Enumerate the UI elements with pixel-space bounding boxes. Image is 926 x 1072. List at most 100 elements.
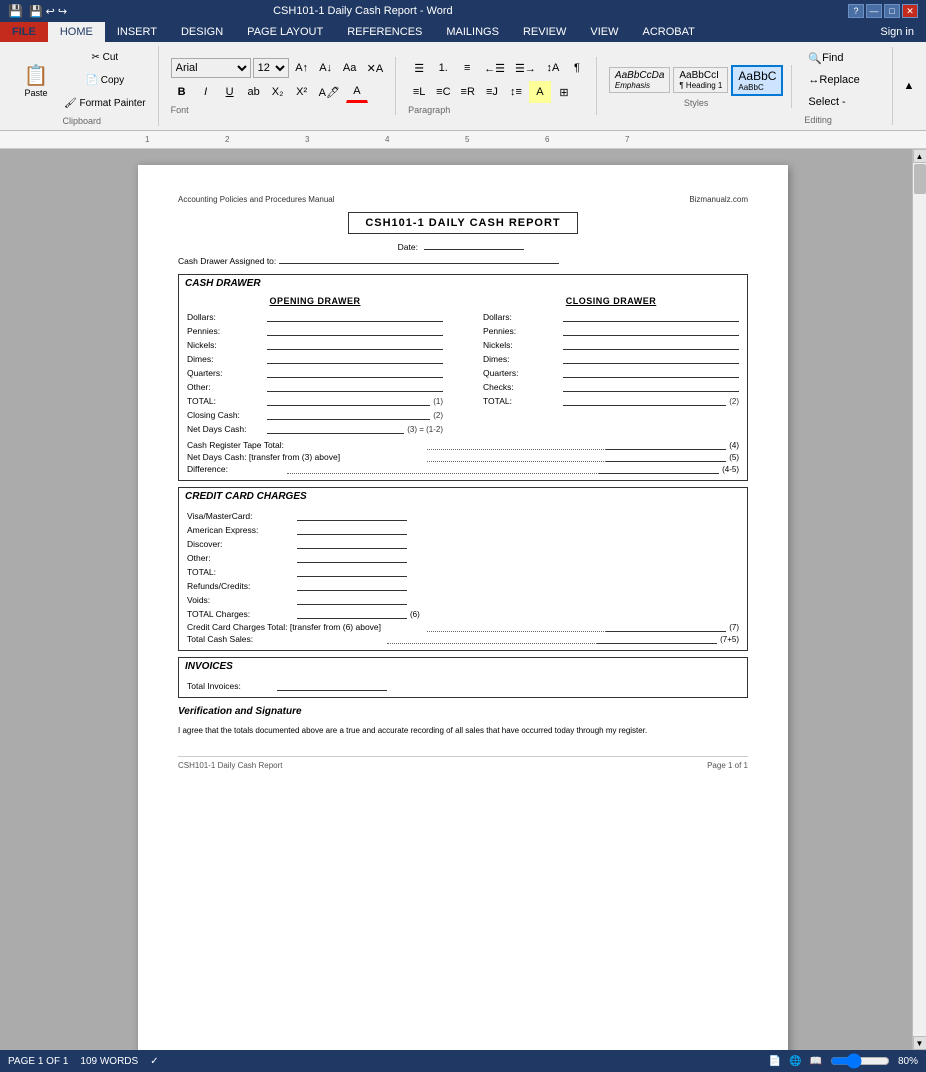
increase-indent-btn[interactable]: ☰→ xyxy=(511,57,540,79)
bullets-btn[interactable]: ☰ xyxy=(408,57,430,79)
field-net-days: Net Days Cash: (3) = (1-2) xyxy=(187,422,443,434)
view-web-btn[interactable]: 🌐 xyxy=(789,1056,801,1067)
ribbon-collapse-btn[interactable]: ▲ xyxy=(898,75,920,97)
font-name-select[interactable]: Arial xyxy=(171,58,251,78)
invoices-content: Total Invoices: xyxy=(179,675,747,697)
field-other-open: Other: xyxy=(187,380,443,392)
format-painter-btn[interactable]: 🖌 Format Painter xyxy=(60,92,150,114)
cc-total-charges: TOTAL Charges: (6) xyxy=(187,607,739,619)
scroll-down-btn[interactable]: ▼ xyxy=(913,1036,926,1050)
align-right-btn[interactable]: ≡R xyxy=(457,81,479,103)
clipboard-label: Clipboard xyxy=(63,116,102,126)
sort-btn[interactable]: ↕A xyxy=(542,57,564,79)
drawer-label: Cash Drawer Assigned to: xyxy=(178,256,276,266)
cc-refunds: Refunds/Credits: xyxy=(187,579,739,591)
line-spacing-btn[interactable]: ↕≡ xyxy=(505,81,527,103)
style-heading2-btn[interactable]: AaBbC AaBbC xyxy=(731,65,783,96)
paragraph-group: ☰ 1. ≡ ←☰ ☰→ ↕A ¶ ≡L ≡C ≡R ≡J ↕≡ A ⊞ Par… xyxy=(400,57,597,115)
change-case-btn[interactable]: Aa xyxy=(339,57,361,79)
cash-drawer-section: CASH DRAWER OPENING DRAWER Dollars: Penn… xyxy=(178,274,748,481)
align-left-btn[interactable]: ≡L xyxy=(408,81,430,103)
style-emphasis-btn[interactable]: AaBbCcDa Emphasis xyxy=(609,67,670,93)
cash-drawer-cols: OPENING DRAWER Dollars: Pennies: Nickels… xyxy=(187,296,739,436)
paste-btn[interactable]: 📋 Paste xyxy=(14,58,58,102)
shrink-font-btn[interactable]: A↓ xyxy=(315,57,337,79)
view-print-btn[interactable]: 📄 xyxy=(769,1056,781,1067)
header-left: Accounting Policies and Procedures Manua… xyxy=(178,195,335,204)
paragraph-label: Paragraph xyxy=(408,105,450,115)
invoices-section: INVOICES Total Invoices: xyxy=(178,657,748,698)
field-dollars-open: Dollars: xyxy=(187,310,443,322)
align-center-btn[interactable]: ≡C xyxy=(432,81,454,103)
tab-mailings[interactable]: MAILINGS xyxy=(434,22,511,42)
text-highlight-btn[interactable]: A🖊 xyxy=(315,81,344,103)
sign-in[interactable]: Sign in xyxy=(868,22,926,42)
justify-btn[interactable]: ≡J xyxy=(481,81,503,103)
tab-page-layout[interactable]: PAGE LAYOUT xyxy=(235,22,335,42)
borders-btn[interactable]: ⊞ xyxy=(553,81,575,103)
strikethrough-btn[interactable]: ab xyxy=(243,81,265,103)
find-btn[interactable]: 🔍 Find xyxy=(804,47,884,69)
grow-font-btn[interactable]: A↑ xyxy=(291,57,313,79)
credit-card-title: CREDIT CARD CHARGES xyxy=(179,488,747,505)
net-days-transfer-row: Net Days Cash: [transfer from (3) above]… xyxy=(187,452,739,462)
underline-btn[interactable]: U xyxy=(219,81,241,103)
clear-format-btn[interactable]: ✕A xyxy=(363,57,388,79)
ruler: 1 2 3 4 5 6 7 xyxy=(0,131,926,149)
title-text: CSH101-1 Daily Cash Report - Word xyxy=(273,5,453,17)
ribbon-content: 📋 Paste ✂ Cut 📄 Copy 🖌 Format Painter Cl… xyxy=(0,42,926,131)
title-bar-left: 💾 💾 ↩ ↪ CSH101-1 Daily Cash Report - Wor… xyxy=(8,4,453,18)
tab-file[interactable]: FILE xyxy=(0,22,48,42)
credit-card-section: CREDIT CARD CHARGES Visa/MasterCard: Ame… xyxy=(178,487,748,651)
minimize-btn[interactable]: — xyxy=(866,4,882,18)
tab-acrobat[interactable]: ACROBAT xyxy=(630,22,706,42)
decrease-indent-btn[interactable]: ←☰ xyxy=(480,57,509,79)
multi-level-list-btn[interactable]: ≡ xyxy=(456,57,478,79)
replace-btn[interactable]: ↔ Replace xyxy=(804,69,884,91)
subscript-btn[interactable]: X₂ xyxy=(267,81,289,103)
field-total-close: TOTAL: (2) xyxy=(483,394,739,406)
word-count: 109 WORDS xyxy=(80,1056,138,1067)
doc-title-box: CSH101-1 DAILY CASH REPORT xyxy=(348,212,577,234)
cut-btn[interactable]: ✂ Cut xyxy=(60,46,150,68)
scroll-thumb[interactable] xyxy=(914,164,926,194)
difference-row: Difference: (4-5) xyxy=(187,464,739,474)
scroll-up-btn[interactable]: ▲ xyxy=(913,149,926,163)
italic-btn[interactable]: I xyxy=(195,81,217,103)
save-btn[interactable]: 💾 xyxy=(29,5,43,18)
font-color-btn[interactable]: A xyxy=(346,81,368,103)
help-btn[interactable]: ? xyxy=(848,4,864,18)
tab-references[interactable]: REFERENCES xyxy=(335,22,434,42)
cc-visa: Visa/MasterCard: xyxy=(187,509,739,521)
maximize-btn[interactable]: □ xyxy=(884,4,900,18)
field-dollars-close: Dollars: xyxy=(483,310,739,322)
copy-btn[interactable]: 📄 Copy xyxy=(60,69,150,91)
view-read-btn[interactable]: 📖 xyxy=(810,1056,822,1067)
field-pennies-close: Pennies: xyxy=(483,324,739,336)
shading-btn[interactable]: A xyxy=(529,81,551,103)
status-bar: PAGE 1 OF 1 109 WORDS ✓ 📄 🌐 📖 80% xyxy=(0,1050,926,1072)
tab-review[interactable]: REVIEW xyxy=(511,22,578,42)
date-field xyxy=(424,249,524,250)
styles-label: Styles xyxy=(684,98,709,108)
tab-view[interactable]: VIEW xyxy=(578,22,630,42)
bold-btn[interactable]: B xyxy=(171,81,193,103)
show-formatting-btn[interactable]: ¶ xyxy=(566,57,588,79)
redo-btn[interactable]: ↪ xyxy=(58,5,67,18)
zoom-slider[interactable] xyxy=(830,1056,890,1066)
tab-design[interactable]: DESIGN xyxy=(169,22,235,42)
undo-btn[interactable]: ↩ xyxy=(46,5,55,18)
total-invoices-row: Total Invoices: xyxy=(187,679,739,691)
title-bar-controls: ? — □ ✕ xyxy=(848,4,918,18)
tab-insert[interactable]: INSERT xyxy=(105,22,169,42)
close-btn[interactable]: ✕ xyxy=(902,4,918,18)
select-btn[interactable]: Select - xyxy=(804,91,884,113)
font-size-select[interactable]: 12 xyxy=(253,58,289,78)
cash-drawer-title: CASH DRAWER xyxy=(179,275,747,292)
style-heading1-btn[interactable]: AaBbCcI ¶ Heading 1 xyxy=(673,67,728,93)
numbering-btn[interactable]: 1. xyxy=(432,57,454,79)
superscript-btn[interactable]: X² xyxy=(291,81,313,103)
verification-text: I agree that the totals documented above… xyxy=(178,725,748,736)
quick-access: 💾 ↩ ↪ xyxy=(29,5,67,18)
tab-home[interactable]: HOME xyxy=(48,22,105,42)
